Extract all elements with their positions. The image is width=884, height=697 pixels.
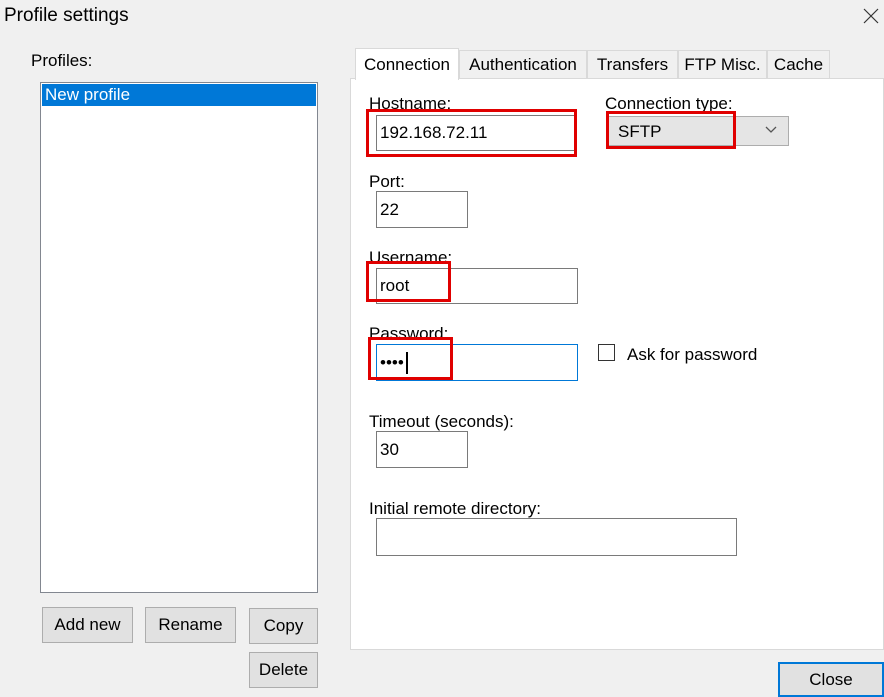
profiles-label: Profiles: bbox=[31, 51, 93, 70]
password-value: •••• bbox=[380, 352, 404, 372]
connection-type-select[interactable]: SFTP bbox=[607, 116, 789, 146]
tab-connection[interactable]: Connection bbox=[355, 48, 459, 80]
profiles-list[interactable]: New profile bbox=[40, 82, 318, 593]
connection-type-value: SFTP bbox=[618, 122, 662, 141]
username-label: Username: bbox=[369, 248, 453, 267]
close-button[interactable]: Close bbox=[778, 662, 884, 697]
ask-password-label[interactable]: Ask for password bbox=[627, 345, 757, 365]
copy-button[interactable]: Copy bbox=[249, 608, 318, 644]
close-icon bbox=[863, 8, 879, 24]
password-input[interactable]: •••• bbox=[376, 344, 578, 381]
timeout-label: Timeout (seconds): bbox=[369, 412, 514, 431]
window-title: Profile settings bbox=[4, 5, 129, 26]
port-input[interactable]: 22 bbox=[376, 191, 468, 228]
initial-directory-input[interactable] bbox=[376, 518, 737, 556]
hostname-input[interactable]: 192.168.72.11 bbox=[376, 115, 577, 151]
text-caret bbox=[405, 351, 408, 374]
tab-transfers[interactable]: Transfers bbox=[587, 50, 678, 79]
list-item[interactable]: New profile bbox=[42, 84, 316, 106]
tab-ftp-misc[interactable]: FTP Misc. bbox=[678, 50, 767, 79]
add-new-button[interactable]: Add new bbox=[42, 607, 133, 643]
timeout-input[interactable]: 30 bbox=[376, 431, 468, 468]
tab-authentication[interactable]: Authentication bbox=[459, 50, 587, 79]
tab-cache[interactable]: Cache bbox=[767, 50, 830, 79]
hostname-label: Hostname: bbox=[369, 94, 452, 113]
password-label: Password: bbox=[369, 324, 449, 343]
connection-type-label: Connection type: bbox=[605, 94, 733, 113]
chevron-down-icon bbox=[765, 126, 777, 133]
delete-button[interactable]: Delete bbox=[249, 652, 318, 688]
username-input[interactable]: root bbox=[376, 268, 578, 304]
port-label: Port: bbox=[369, 172, 405, 191]
close-window-button[interactable] bbox=[858, 2, 884, 30]
ask-password-checkbox[interactable] bbox=[598, 344, 615, 361]
initial-directory-label: Initial remote directory: bbox=[369, 499, 541, 518]
rename-button[interactable]: Rename bbox=[145, 607, 236, 643]
